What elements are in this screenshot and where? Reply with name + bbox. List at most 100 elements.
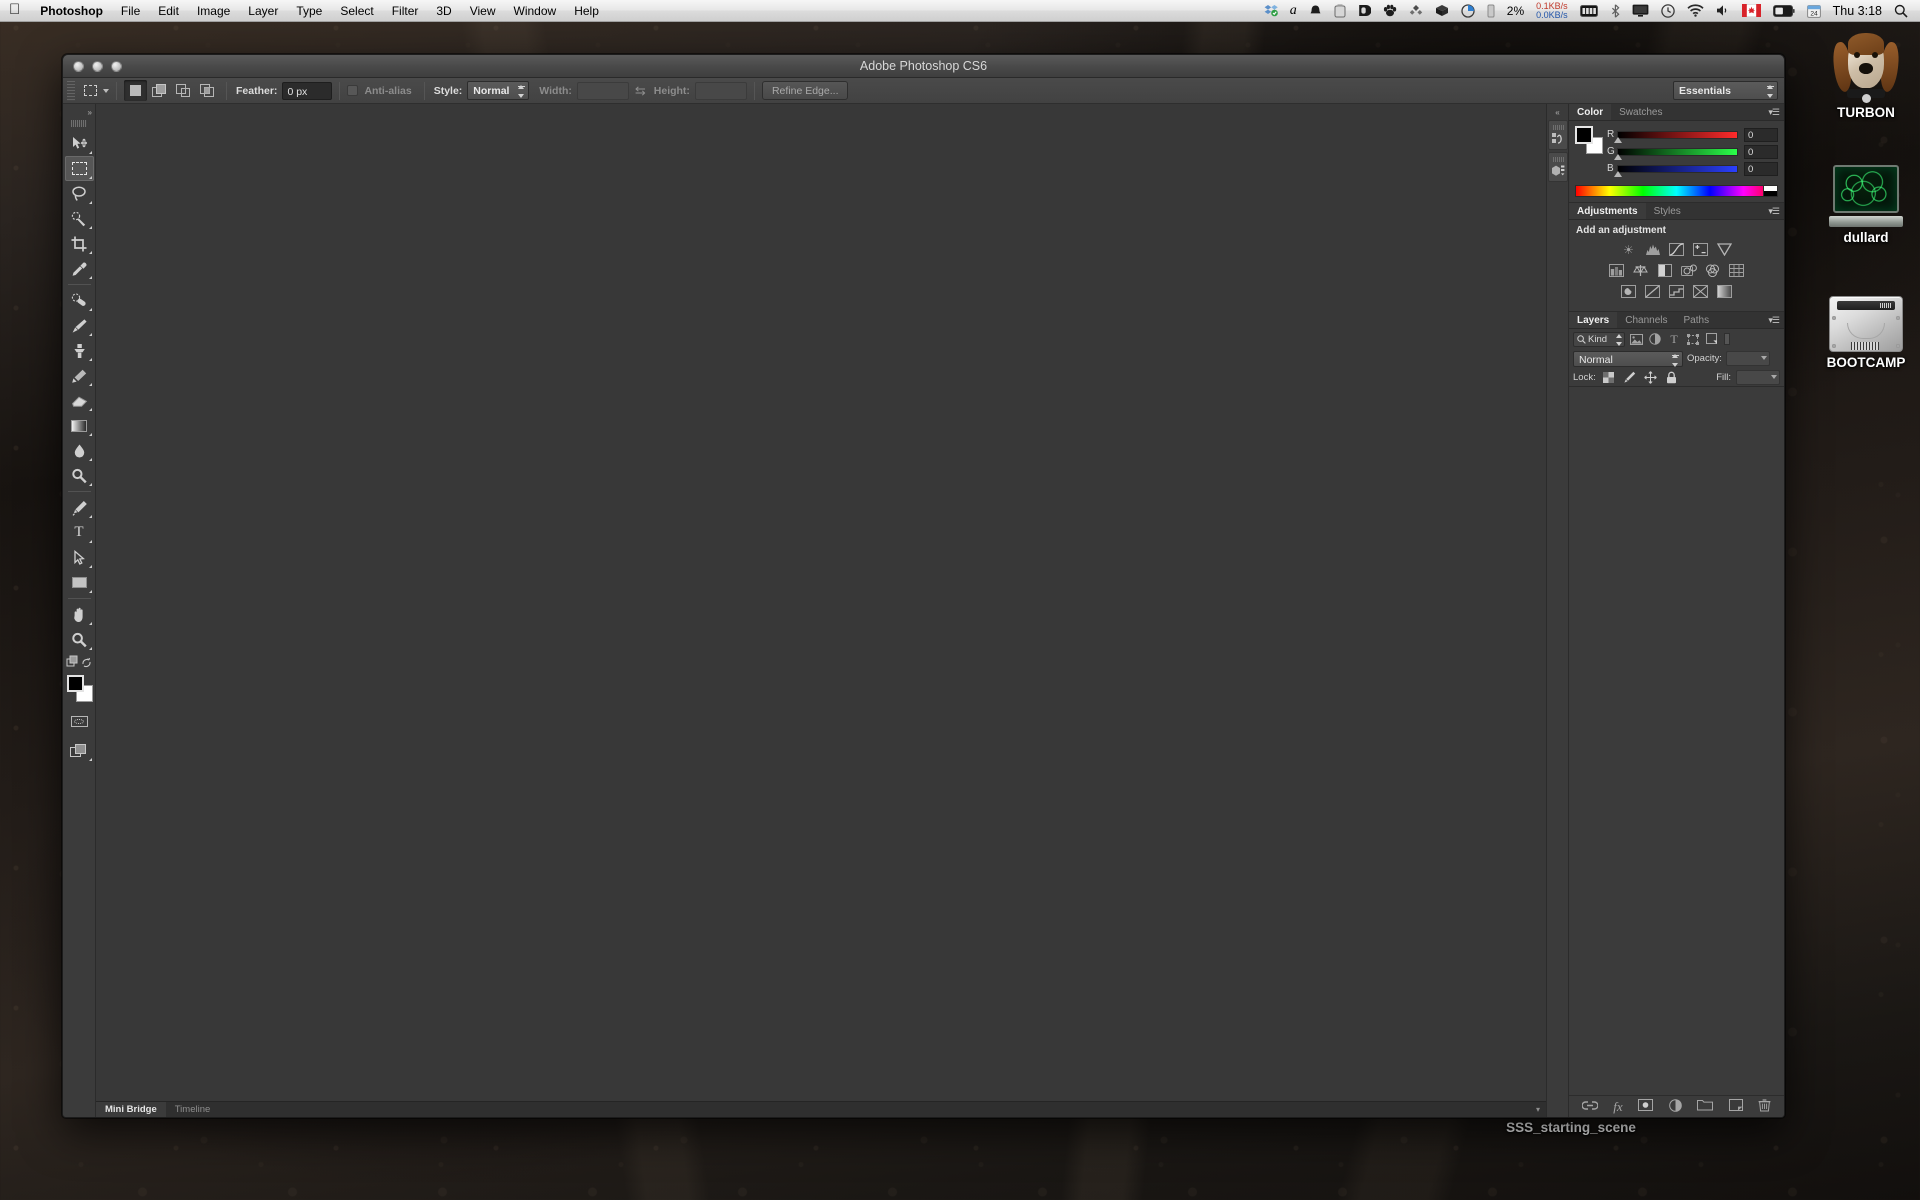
new-adjustment-layer-icon[interactable] xyxy=(1668,1098,1682,1115)
pie-chart-icon[interactable] xyxy=(1461,3,1475,18)
paw-icon[interactable] xyxy=(1383,4,1397,17)
path-selection-tool[interactable] xyxy=(65,545,94,570)
wifi-icon[interactable] xyxy=(1687,4,1704,17)
bluetooth-icon[interactable] xyxy=(1611,3,1620,18)
feather-input[interactable]: 0 px xyxy=(282,81,333,100)
color-swatches[interactable] xyxy=(65,675,94,703)
desktop-icon-dullard[interactable]: dullard xyxy=(1800,155,1920,245)
brush-tool[interactable] xyxy=(65,313,94,338)
tab-paths[interactable]: Paths xyxy=(1676,312,1718,328)
slider-thumb[interactable] xyxy=(1614,136,1622,143)
menu-item-type[interactable]: Type xyxy=(287,0,331,22)
crop-tool[interactable] xyxy=(65,231,94,256)
gradient-map-icon[interactable] xyxy=(1714,283,1736,300)
move-tool[interactable] xyxy=(65,131,94,156)
rectangular-marquee-icon[interactable] xyxy=(79,81,101,101)
fill-input[interactable] xyxy=(1736,369,1780,385)
menu-item-photoshop[interactable]: Photoshop xyxy=(31,0,112,22)
menu-item-select[interactable]: Select xyxy=(331,0,382,22)
menu-item-help[interactable]: Help xyxy=(565,0,608,22)
layers-list[interactable] xyxy=(1569,387,1784,1095)
quick-selection-tool[interactable] xyxy=(65,206,94,231)
menu-item-image[interactable]: Image xyxy=(188,0,239,22)
tab-timeline[interactable]: Timeline xyxy=(166,1102,220,1117)
search-icon[interactable] xyxy=(1894,4,1908,18)
tools-grip[interactable] xyxy=(71,120,87,127)
stepper-icon[interactable] xyxy=(518,85,526,98)
cube-icon[interactable] xyxy=(1435,4,1449,17)
edit-in-quick-mask-icon[interactable] xyxy=(65,709,94,734)
menu-item-window[interactable]: Window xyxy=(505,0,566,22)
diamond-icon[interactable] xyxy=(1409,4,1423,17)
new-selection-button[interactable] xyxy=(124,80,147,101)
spot-healing-brush-tool[interactable] xyxy=(65,288,94,313)
desktop-icon-turbon[interactable]: TURBON xyxy=(1800,30,1920,120)
tab-mini-bridge[interactable]: Mini Bridge xyxy=(96,1102,166,1117)
clone-stamp-tool[interactable] xyxy=(65,338,94,363)
filter-smart-object-icon[interactable] xyxy=(1704,332,1720,347)
lock-position-icon[interactable] xyxy=(1643,370,1659,385)
battery-full-icon[interactable] xyxy=(1579,4,1599,17)
curves-icon[interactable] xyxy=(1666,241,1688,258)
width-input[interactable] xyxy=(576,81,629,100)
lock-transparent-pixels-icon[interactable] xyxy=(1601,370,1617,385)
link-layers-icon[interactable] xyxy=(1581,1100,1599,1114)
blur-tool[interactable] xyxy=(65,438,94,463)
horizontal-type-tool[interactable]: T xyxy=(65,520,94,545)
exposure-icon[interactable] xyxy=(1690,241,1712,258)
hand-tool[interactable] xyxy=(65,602,94,627)
color-panel-swatches[interactable] xyxy=(1575,126,1603,154)
rectangular-marquee-tool[interactable] xyxy=(64,156,94,181)
new-layer-icon[interactable] xyxy=(1728,1099,1743,1114)
zoom-button[interactable] xyxy=(111,60,122,72)
apple-menu-icon[interactable]:  xyxy=(9,2,20,17)
lasso-tool[interactable] xyxy=(65,181,94,206)
dropbox-icon[interactable] xyxy=(1264,4,1278,17)
menu-item-file[interactable]: File xyxy=(112,0,149,22)
menu-item-view[interactable]: View xyxy=(461,0,505,22)
tab-color[interactable]: Color xyxy=(1569,104,1612,120)
threshold-icon[interactable] xyxy=(1666,283,1688,300)
posterize-icon[interactable] xyxy=(1642,283,1664,300)
selective-color-icon[interactable] xyxy=(1690,283,1712,300)
add-layer-mask-icon[interactable] xyxy=(1638,1099,1654,1114)
height-input[interactable] xyxy=(694,81,747,100)
filter-pixel-icon[interactable] xyxy=(1628,332,1644,347)
menu-item-layer[interactable]: Layer xyxy=(239,0,287,22)
panel-menu-icon[interactable]: ▾☰ xyxy=(1768,104,1784,120)
black-white-icon[interactable] xyxy=(1654,262,1676,279)
menu-item-edit[interactable]: Edit xyxy=(149,0,188,22)
change-screen-mode-icon[interactable] xyxy=(65,738,94,763)
photo-filter-icon[interactable] xyxy=(1678,262,1700,279)
lock-all-icon[interactable] xyxy=(1664,370,1680,385)
slider-thumb[interactable] xyxy=(1614,153,1622,160)
desktop-file-label[interactable]: SSS_starting_scene xyxy=(1505,1120,1637,1135)
bottom-panel-chevron-icon[interactable]: ▾ xyxy=(1536,1102,1546,1117)
options-bar-grip[interactable] xyxy=(67,80,75,101)
alfred-icon[interactable]: a xyxy=(1290,3,1297,19)
stepper-icon[interactable] xyxy=(1672,353,1679,367)
pen-tool[interactable] xyxy=(65,495,94,520)
bell-icon[interactable] xyxy=(1309,4,1322,17)
gradient-tool[interactable] xyxy=(65,413,94,438)
expand-panels-icon[interactable]: « xyxy=(1547,106,1568,118)
green-value-input[interactable]: 0 xyxy=(1744,144,1778,159)
stepper-icon[interactable] xyxy=(1767,85,1774,98)
filter-type-icon[interactable]: T xyxy=(1666,332,1682,347)
green-slider-track[interactable] xyxy=(1614,147,1738,160)
window-titlebar[interactable]: Adobe Photoshop CS6 xyxy=(63,55,1784,78)
eyedropper-tool[interactable] xyxy=(65,256,94,281)
tool-preset-chevron-down-icon[interactable] xyxy=(103,88,109,93)
levels-icon[interactable] xyxy=(1642,241,1664,258)
desktop-icon-bootcamp[interactable]: BOOTCAMP xyxy=(1800,280,1920,370)
foreground-color-swatch[interactable] xyxy=(66,675,84,692)
panel-menu-icon[interactable]: ▾☰ xyxy=(1768,203,1784,219)
usb-drive-icon[interactable] xyxy=(1334,3,1346,18)
color-lookup-icon[interactable] xyxy=(1726,262,1748,279)
blue-slider-track[interactable] xyxy=(1614,164,1738,177)
zoom-tool[interactable] xyxy=(65,627,94,652)
anti-alias-checkbox[interactable] xyxy=(347,85,359,96)
blue-value-input[interactable]: 0 xyxy=(1744,161,1778,176)
color-balance-icon[interactable] xyxy=(1630,262,1652,279)
add-to-selection-button[interactable] xyxy=(148,80,171,101)
